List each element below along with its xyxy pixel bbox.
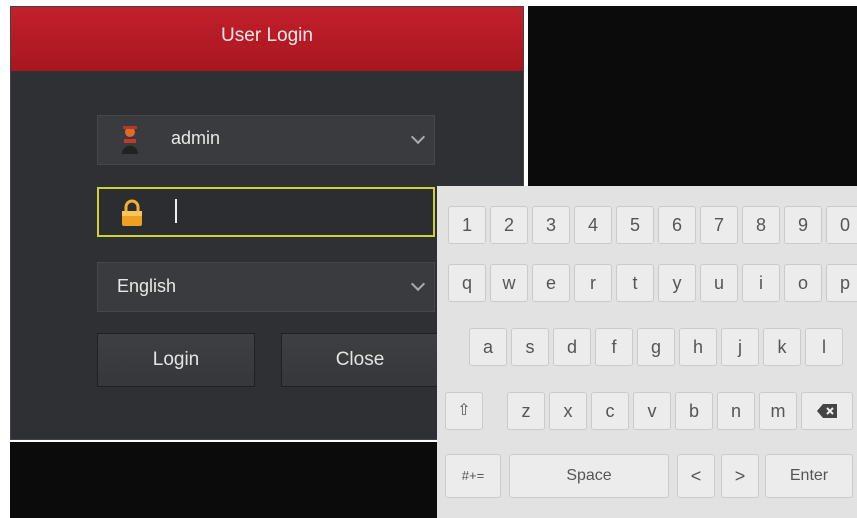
login-button[interactable]: Login — [97, 333, 255, 387]
key-a[interactable]: a — [469, 328, 507, 366]
key-j[interactable]: j — [721, 328, 759, 366]
key-n[interactable]: n — [717, 392, 755, 430]
chevron-down-icon — [410, 129, 426, 145]
key-0[interactable]: 0 — [826, 206, 857, 244]
key-r[interactable]: r — [574, 264, 612, 302]
backspace-icon — [817, 404, 837, 418]
key-c[interactable]: c — [591, 392, 629, 430]
username-value: admin — [171, 128, 221, 148]
key-i[interactable]: i — [742, 264, 780, 302]
key-1[interactable]: 1 — [448, 206, 486, 244]
key-o[interactable]: o — [784, 264, 822, 302]
key-x[interactable]: x — [549, 392, 587, 430]
username-select[interactable]: admin — [97, 115, 435, 165]
key-5[interactable]: 5 — [616, 206, 654, 244]
key-8[interactable]: 8 — [742, 206, 780, 244]
key-p[interactable]: p — [826, 264, 857, 302]
key-k[interactable]: k — [763, 328, 801, 366]
key-w[interactable]: w — [490, 264, 528, 302]
lock-icon — [122, 199, 142, 226]
key-2[interactable]: 2 — [490, 206, 528, 244]
key-u[interactable]: u — [700, 264, 738, 302]
space-key[interactable]: Space — [509, 454, 669, 498]
key-f[interactable]: f — [595, 328, 633, 366]
enter-key[interactable]: Enter — [765, 454, 853, 498]
language-select[interactable]: English — [97, 262, 435, 312]
key-s[interactable]: s — [511, 328, 549, 366]
cursor-left-key[interactable]: < — [677, 454, 715, 498]
key-z[interactable]: z — [507, 392, 545, 430]
symbols-key[interactable]: #+= — [445, 454, 501, 498]
shift-key[interactable]: ⇧ — [445, 392, 483, 430]
cursor-right-key[interactable]: > — [721, 454, 759, 498]
chevron-down-icon — [410, 276, 426, 292]
key-l[interactable]: l — [805, 328, 843, 366]
key-m[interactable]: m — [759, 392, 797, 430]
key-9[interactable]: 9 — [784, 206, 822, 244]
key-e[interactable]: e — [532, 264, 570, 302]
key-4[interactable]: 4 — [574, 206, 612, 244]
key-g[interactable]: g — [637, 328, 675, 366]
key-3[interactable]: 3 — [532, 206, 570, 244]
key-7[interactable]: 7 — [700, 206, 738, 244]
text-cursor — [175, 199, 177, 223]
backspace-key[interactable] — [801, 392, 853, 430]
language-value: English — [117, 276, 177, 296]
virtual-keyboard: 1 2 3 4 5 6 7 8 9 0 q w e r t y u i o p a s d f g h j k l ⇧ z x c v b n m #+=… — [437, 186, 857, 518]
key-v[interactable]: v — [633, 392, 671, 430]
key-b[interactable]: b — [675, 392, 713, 430]
key-h[interactable]: h — [679, 328, 717, 366]
key-q[interactable]: q — [448, 264, 486, 302]
key-y[interactable]: y — [658, 264, 696, 302]
close-button[interactable]: Close — [281, 333, 439, 387]
dialog-title: User Login — [11, 7, 523, 71]
key-d[interactable]: d — [553, 328, 591, 366]
key-t[interactable]: t — [616, 264, 654, 302]
key-6[interactable]: 6 — [658, 206, 696, 244]
user-avatar-icon — [122, 126, 138, 154]
password-input[interactable] — [97, 187, 435, 237]
